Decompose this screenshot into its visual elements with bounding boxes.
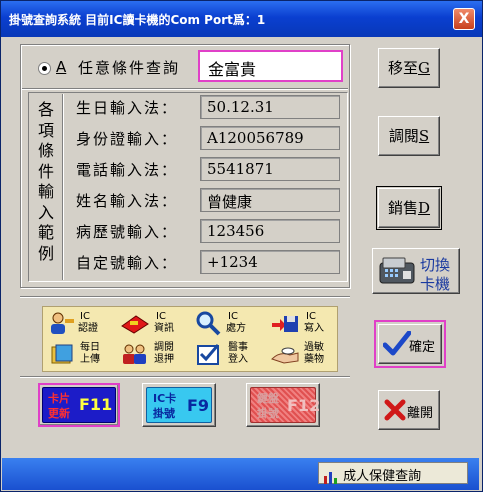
ic-write-line2: 寫入 — [304, 323, 324, 334]
daily-upload-line2: 上傳 — [80, 354, 100, 365]
birthday-example-label: 生日輸入法： — [76, 99, 179, 117]
chart-no-example-field: 123456 — [200, 219, 340, 243]
phone-example-label: 電話輸入法： — [76, 161, 179, 179]
checklist-icon — [197, 344, 220, 365]
title-bar[interactable]: 掛號查詢系統 目前IC讀卡機的Com Port爲：1 X — [1, 1, 482, 37]
leave-label: 離開 — [407, 406, 434, 421]
keyboard-register-f12-button[interactable]: 鍵盤 掛號 F12 — [250, 387, 320, 423]
card-update-bottom: 更新 — [48, 407, 70, 420]
search-row-separator — [22, 88, 348, 90]
keyboard-register-bottom: 掛號 — [257, 407, 279, 420]
any-condition-label: 任意條件查詢 — [78, 59, 181, 77]
f12-key-label: F12 — [287, 396, 321, 415]
review-button[interactable]: 調閱S — [378, 116, 440, 156]
medical-login-button[interactable]: 醫事 登入 — [194, 341, 258, 367]
card-update-top: 卡片 — [48, 392, 70, 405]
adult-health-query-button[interactable]: 成人保健查詢 — [318, 462, 468, 484]
daily-upload-line1: 每日 — [80, 342, 100, 353]
person-key-icon — [51, 312, 74, 334]
confirm-label: 確定 — [409, 340, 436, 355]
radio-selected-dot — [42, 66, 47, 71]
magnifier-icon — [196, 311, 221, 336]
switch-reader-button[interactable]: 切換 卡機 — [372, 248, 460, 294]
custom-no-example-label: 自定號輸入： — [76, 254, 179, 272]
card-update-f11-button[interactable]: 卡片 更新 F11 — [42, 387, 116, 423]
name-example-field: 曾健康 — [200, 188, 340, 212]
confirm-button[interactable]: 確定 — [378, 324, 442, 364]
ic-prescription-line2: 處方 — [226, 323, 246, 334]
red-x-icon — [384, 399, 406, 421]
card-reader-icon — [379, 257, 415, 284]
examples-divider — [62, 94, 64, 280]
search-input[interactable]: 金富貴 — [198, 50, 343, 82]
ic-info-line1: IC — [156, 311, 166, 322]
allergy-drugs-line2: 藥物 — [304, 354, 324, 365]
phone-example-field: 5541871 — [200, 157, 340, 181]
ic-prescription-line1: IC — [228, 311, 238, 322]
checkmark-icon — [383, 331, 411, 356]
fkey-separator — [20, 376, 350, 378]
allergy-drugs-button[interactable]: 過敏 藥物 — [270, 341, 334, 367]
ic-write-line1: IC — [306, 311, 316, 322]
chart-no-example-label: 病歷號輸入： — [76, 223, 179, 241]
medical-login-line2: 登入 — [228, 354, 248, 365]
hand-pill-icon — [271, 347, 299, 364]
ic-register-bottom: 掛號 — [153, 407, 175, 420]
ic-auth-line2: 認證 — [78, 323, 98, 334]
review-refund-line2: 退押 — [154, 354, 174, 365]
people-icon — [123, 344, 146, 364]
allergy-drugs-line1: 過敏 — [304, 342, 324, 353]
daily-upload-button[interactable]: 每日 上傳 — [48, 341, 112, 367]
leave-button[interactable]: 離開 — [378, 390, 440, 430]
review-refund-line1: 調閱 — [154, 342, 174, 353]
cancel-button[interactable]: 銷售D — [378, 188, 440, 228]
name-example-label: 姓名輸入法： — [76, 192, 179, 210]
ic-auth-button[interactable]: IC 認證 — [48, 310, 112, 336]
move-to-button[interactable]: 移至G — [378, 48, 440, 88]
ic-register-top: IC卡 — [153, 392, 177, 405]
id-example-label: 身份證輸入： — [76, 130, 179, 148]
birthday-example-field: 50.12.31 — [200, 95, 340, 119]
ic-info-line2: 資訊 — [154, 323, 174, 334]
switch-reader-label-2: 卡機 — [420, 275, 451, 293]
bar-chart-icon — [324, 471, 337, 484]
adult-health-query-label: 成人保健查詢 — [343, 469, 422, 484]
custom-no-example-field: +1234 — [200, 250, 340, 274]
ic-register-f9-button[interactable]: IC卡 掛號 F9 — [146, 387, 212, 423]
close-button[interactable]: X — [453, 8, 475, 30]
examples-vertical-label: 各 項 條 件 輸 入 範 例 — [37, 100, 54, 263]
disk-write-icon — [272, 316, 298, 332]
id-example-field: A120056789 — [200, 126, 340, 150]
review-refund-button[interactable]: 調閱 退押 — [120, 341, 184, 367]
radio-shortcut-key: A — [56, 58, 67, 76]
medical-login-line1: 醫事 — [228, 342, 248, 353]
keyboard-register-top: 鍵盤 — [257, 392, 279, 405]
ic-auth-line1: IC — [80, 311, 90, 322]
ic-prescription-button[interactable]: IC 處方 — [194, 310, 258, 336]
f11-key-label: F11 — [79, 395, 113, 414]
ic-info-button[interactable]: IC 資訊 — [120, 310, 184, 336]
card-info-icon — [121, 315, 149, 334]
book-upload-icon — [51, 344, 73, 364]
toolbar-separator — [20, 296, 350, 298]
window-title: 掛號查詢系統 目前IC讀卡機的Com Port爲：1 — [9, 13, 266, 27]
f9-key-label: F9 — [187, 396, 210, 415]
ic-write-button[interactable]: IC 寫入 — [270, 310, 334, 336]
switch-reader-label-1: 切換 — [420, 256, 451, 274]
